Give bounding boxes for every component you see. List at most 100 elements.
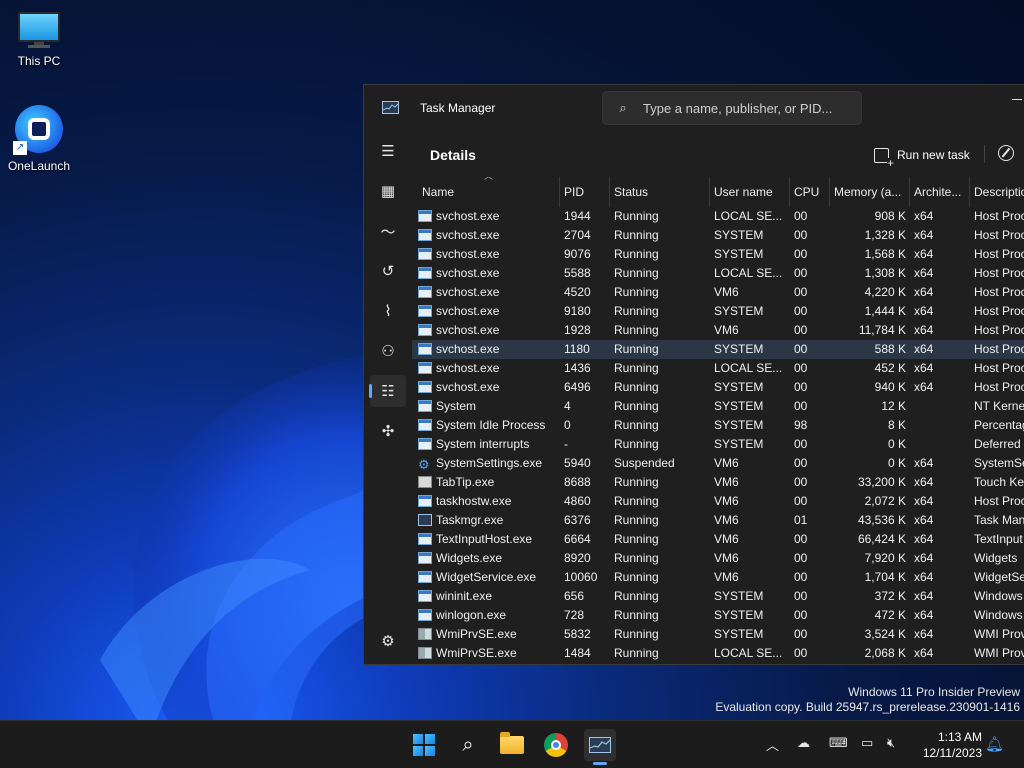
cell-mem: 66,424 K bbox=[857, 532, 906, 546]
table-row[interactable]: TabTip.exe 8688 Running VM6 00 33,200 K x64 Tou… bbox=[412, 473, 1024, 492]
cell-mem: 33,200 K bbox=[857, 475, 906, 489]
network-off-icon[interactable]: ☁ bbox=[797, 735, 810, 751]
notification-bell-icon[interactable]: 🔔︎ bbox=[985, 735, 1004, 753]
cell-mem: 472 K bbox=[874, 608, 906, 622]
process-name: Widgets.exe bbox=[436, 551, 503, 565]
performance-icon[interactable]: 〜 bbox=[370, 215, 406, 247]
cell-user: SYSTEM bbox=[714, 399, 764, 413]
cell-user: VM6 bbox=[714, 532, 739, 546]
table-row[interactable]: System 4 Running SYSTEM 00 12 K NT Kerne bbox=[412, 397, 1024, 416]
table-row[interactable]: svchost.exe 4520 Running VM6 00 4,220 K x64 Hos… bbox=[412, 283, 1024, 302]
processes-icon[interactable]: ▦ bbox=[370, 175, 406, 207]
cell-status: Running bbox=[614, 494, 659, 508]
process-name: svchost.exe bbox=[436, 228, 500, 242]
cell-cpu: 00 bbox=[794, 266, 808, 280]
end-task-icon[interactable] bbox=[998, 145, 1014, 161]
cell-pid: 5588 bbox=[564, 266, 591, 280]
search-icon: ⌕ bbox=[619, 100, 627, 115]
cell-pid: 656 bbox=[564, 589, 585, 603]
table-row[interactable]: svchost.exe 1180 Running SYSTEM 00 588 K x64 Ho… bbox=[412, 340, 1024, 359]
cell-status: Running bbox=[614, 646, 659, 660]
taskbar: ⌕ ︿ ☁ ⌨ ▭ 🔇︎ 1:13 AM 12/11/2023 🔔︎ bbox=[0, 720, 1024, 768]
task-manager-icon[interactable] bbox=[584, 729, 616, 765]
table-row[interactable]: WmiPrvSE.exe 5832 Running SYSTEM 00 3,524 K x6… bbox=[412, 625, 1024, 644]
table-row[interactable]: Taskmgr.exe 6376 Running VM6 01 43,536 K x64 Ta… bbox=[412, 511, 1024, 530]
table-row[interactable]: wininit.exe 656 Running SYSTEM 00 372 K x64 Win… bbox=[412, 587, 1024, 606]
cell-status: Running bbox=[614, 361, 659, 375]
cell-status: Running bbox=[614, 247, 659, 261]
cell-name: svchost.exe bbox=[418, 378, 558, 397]
column-header-cpu[interactable]: CPU bbox=[790, 177, 830, 207]
cell-status: Running bbox=[614, 532, 659, 546]
cell-arch bbox=[914, 435, 968, 454]
table-row[interactable]: svchost.exe 1944 Running LOCAL SE... 00 908 K… bbox=[412, 207, 1024, 226]
cell-desc: NT Kerne bbox=[974, 399, 1024, 413]
process-name: WmiPrvSE.exe bbox=[436, 646, 517, 660]
table-row[interactable]: System Idle Process 0 Running SYSTEM 98 8 K Pe… bbox=[412, 416, 1024, 435]
table-row[interactable]: svchost.exe 9180 Running SYSTEM 00 1,444 K x64… bbox=[412, 302, 1024, 321]
minimize-button[interactable] bbox=[1012, 93, 1022, 105]
cell-cpu: 01 bbox=[794, 513, 808, 527]
table-row[interactable]: System interrupts - Running SYSTEM 00 0 K Defe… bbox=[412, 435, 1024, 454]
cell-name: svchost.exe bbox=[418, 340, 558, 359]
cell-mem: 1,328 K bbox=[864, 228, 906, 242]
table-row[interactable]: svchost.exe 2704 Running SYSTEM 00 1,328 K x64… bbox=[412, 226, 1024, 245]
app-history-icon[interactable]: ↺ bbox=[370, 255, 406, 287]
table-row[interactable]: taskhostw.exe 4860 Running VM6 00 2,072 K x64 H… bbox=[412, 492, 1024, 511]
table-row[interactable]: Widgets.exe 8920 Running VM6 00 7,920 K x64 Wid… bbox=[412, 549, 1024, 568]
cell-name: svchost.exe bbox=[418, 226, 558, 245]
cell-cpu: 00 bbox=[794, 228, 808, 242]
table-row[interactable]: winlogon.exe 728 Running SYSTEM 00 472 K x64 Wi… bbox=[412, 606, 1024, 625]
column-header-user-name[interactable]: User name bbox=[710, 177, 790, 207]
process-name: svchost.exe bbox=[436, 247, 500, 261]
table-row[interactable]: WidgetService.exe 10060 Running VM6 00 1,704 … bbox=[412, 568, 1024, 587]
column-header-memory[interactable]: Memory (a... bbox=[830, 177, 910, 207]
column-header-architecture[interactable]: Archite... bbox=[910, 177, 970, 207]
cell-pid: 1928 bbox=[564, 323, 591, 337]
cell-status: Running bbox=[614, 380, 659, 394]
cell-status: Running bbox=[614, 608, 659, 622]
desktop-icon-this-pc[interactable]: This PC bbox=[1, 12, 77, 68]
search-input[interactable] bbox=[643, 100, 853, 116]
start-icon[interactable] bbox=[408, 729, 440, 761]
settings-icon[interactable]: ⚙ bbox=[370, 625, 406, 657]
cell-user: VM6 bbox=[714, 494, 739, 508]
keyboard-icon[interactable]: ⌨ bbox=[829, 735, 848, 751]
table-row[interactable]: svchost.exe 1436 Running LOCAL SE... 00 452 K… bbox=[412, 359, 1024, 378]
menu-icon[interactable]: ☰ bbox=[370, 135, 406, 167]
system-clock[interactable]: 1:13 AM 12/11/2023 bbox=[923, 729, 982, 761]
desktop-icon-onelaunch[interactable]: ↗ OneLaunch bbox=[1, 105, 77, 173]
details-icon[interactable]: ☷ bbox=[369, 375, 406, 407]
column-header-status[interactable]: Status bbox=[610, 177, 710, 207]
table-row[interactable]: svchost.exe 5588 Running LOCAL SE... 00 1,308… bbox=[412, 264, 1024, 283]
table-row[interactable]: WmiPrvSE.exe 1484 Running LOCAL SE... 00 2,06… bbox=[412, 644, 1024, 663]
chevron-up-icon[interactable]: ︿ bbox=[766, 735, 779, 754]
column-header-description[interactable]: Descriptio bbox=[970, 177, 1024, 207]
column-header-pid[interactable]: PID bbox=[560, 177, 610, 207]
users-icon[interactable]: ⚇ bbox=[370, 335, 406, 367]
search-box[interactable]: ⌕ bbox=[602, 91, 862, 125]
cell-name: WmiPrvSE.exe bbox=[418, 625, 558, 644]
table-row[interactable]: svchost.exe 1928 Running VM6 00 11,784 K x64 Ho… bbox=[412, 321, 1024, 340]
search-icon[interactable]: ⌕ bbox=[452, 729, 484, 761]
volume-muted-icon[interactable]: 🔇︎ bbox=[887, 735, 895, 751]
cell-cpu: 00 bbox=[794, 304, 808, 318]
cell-name: svchost.exe bbox=[418, 207, 558, 226]
startup-apps-icon[interactable]: ⌇ bbox=[370, 295, 406, 327]
file-explorer-icon[interactable] bbox=[496, 729, 528, 761]
services-icon[interactable]: ✣ bbox=[370, 415, 406, 447]
cell-arch: x64 bbox=[914, 266, 934, 280]
table-row[interactable]: TextInputHost.exe 6664 Running VM6 00 66,424 … bbox=[412, 530, 1024, 549]
title-bar[interactable]: Task Manager ⌕ bbox=[364, 85, 1024, 133]
table-row[interactable]: ⚙ SystemSettings.exe 5940 Suspended VM6 00 0 K… bbox=[412, 454, 1024, 473]
chrome-icon[interactable] bbox=[540, 729, 572, 761]
process-icon bbox=[418, 476, 432, 488]
process-name: svchost.exe bbox=[436, 342, 500, 356]
table-row[interactable]: svchost.exe 9076 Running SYSTEM 00 1,568 K x64… bbox=[412, 245, 1024, 264]
table-row[interactable]: svchost.exe 6496 Running SYSTEM 00 940 K x64 Ho… bbox=[412, 378, 1024, 397]
cell-pid: 0 bbox=[564, 418, 571, 432]
display-icon[interactable]: ▭ bbox=[861, 735, 873, 751]
run-new-task-button[interactable]: Run new task bbox=[874, 145, 970, 168]
side-nav: ☰ ▦ 〜 ↺ ⌇ ⚇ ☷ ✣ ⚙ bbox=[364, 133, 412, 664]
sort-ascending-icon: ︿ bbox=[484, 177, 493, 182]
